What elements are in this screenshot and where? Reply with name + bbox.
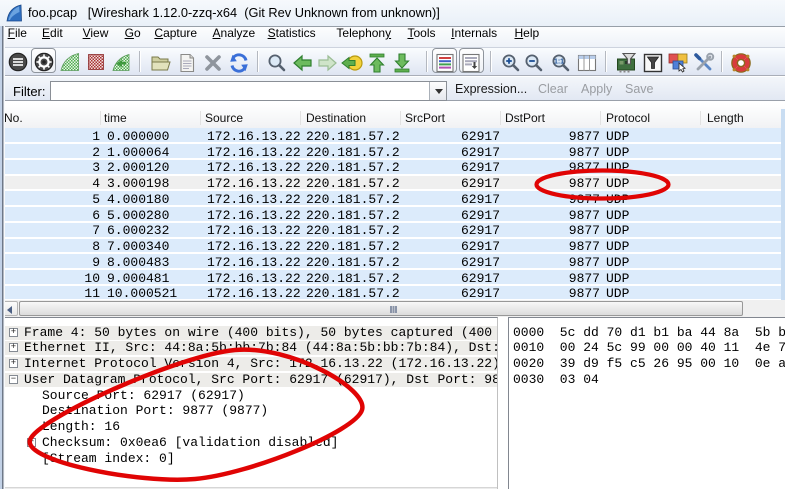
- svg-text:1:1: 1:1: [554, 59, 564, 66]
